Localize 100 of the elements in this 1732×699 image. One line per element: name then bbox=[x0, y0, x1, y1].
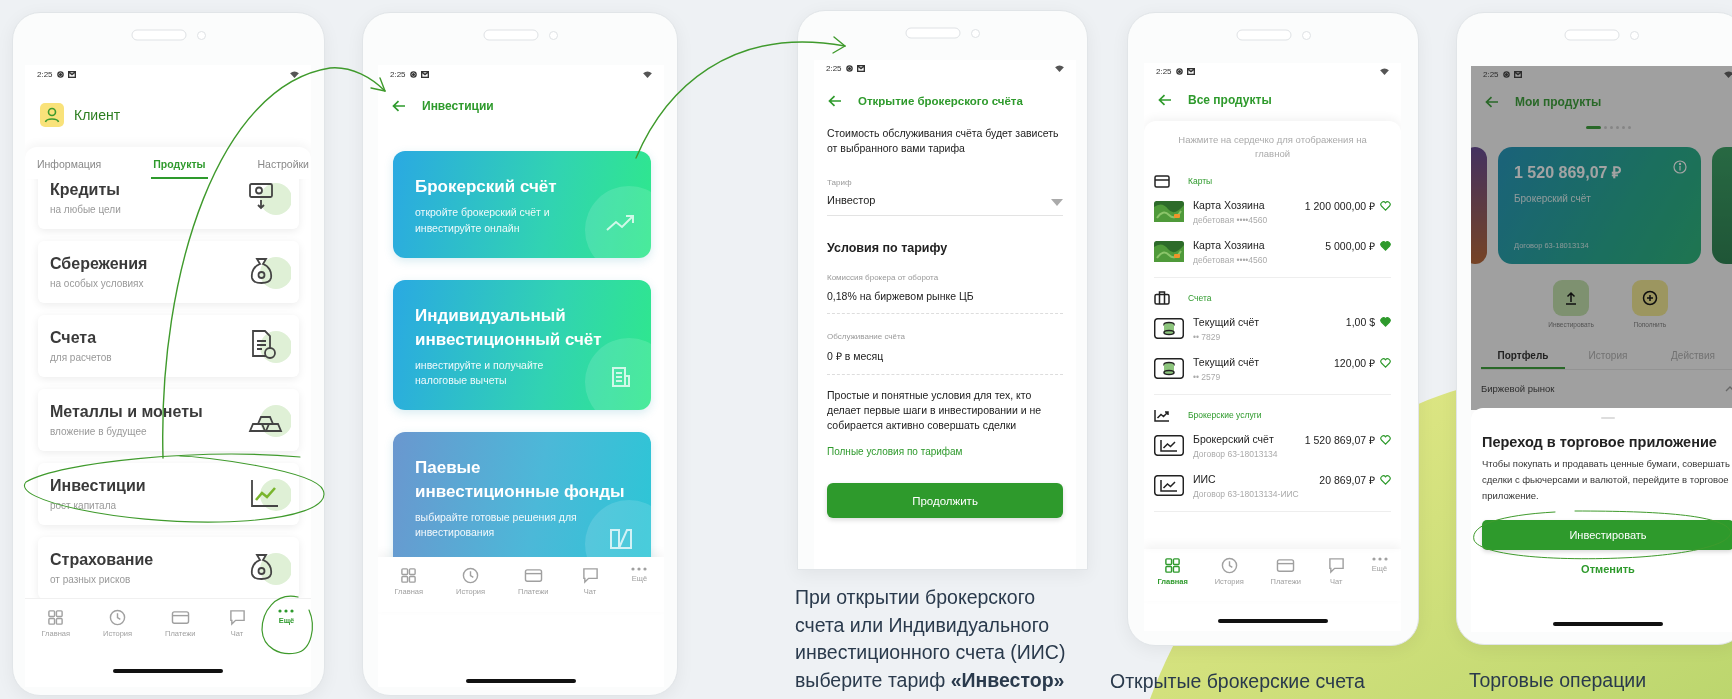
product-card[interactable]: Паевые инвестиционные фонды выбирайте готовые решения для инвестирования bbox=[393, 432, 651, 557]
back-arrow-icon[interactable] bbox=[1485, 96, 1499, 108]
tab[interactable]: Настройки bbox=[255, 147, 311, 179]
invest-button[interactable]: Инвестировать bbox=[1482, 520, 1732, 550]
screen-title: Инвестиции bbox=[422, 99, 494, 113]
hint-text: Нажмите на сердечко для отображения на главной bbox=[1177, 133, 1368, 161]
card-text: выбирайте готовые решения для инвестирования bbox=[415, 509, 578, 541]
product-name: Текущий счёт bbox=[1193, 356, 1261, 368]
plus-circle-icon bbox=[1641, 290, 1658, 306]
product-detail: •• 2579 bbox=[1193, 372, 1222, 382]
card-icon bbox=[170, 609, 190, 626]
status-circle-icon bbox=[845, 64, 853, 72]
heart-icon[interactable] bbox=[1380, 201, 1391, 211]
product-amount: 1,00 $ bbox=[1345, 316, 1375, 328]
tariff-dropdown[interactable]: Тариф Инвестор bbox=[827, 178, 1063, 216]
back-arrow-icon[interactable] bbox=[828, 95, 842, 107]
intro-text: Стоимость обслуживания счёта будет зависеть от выбранного вами тарифа bbox=[827, 126, 1060, 156]
heart-icon[interactable] bbox=[1380, 358, 1391, 368]
bank-card-icon bbox=[1154, 201, 1184, 222]
condition-label: Обслуживание счёта bbox=[827, 332, 906, 341]
sheet-title: Переход в торговое приложение bbox=[1482, 434, 1718, 450]
mail-icon bbox=[856, 64, 865, 72]
chat-icon bbox=[228, 609, 246, 626]
heart-icon[interactable] bbox=[1380, 241, 1391, 251]
more-icon bbox=[278, 609, 295, 613]
phone-camera bbox=[197, 30, 206, 40]
upload-icon bbox=[1563, 290, 1579, 306]
phone-speaker bbox=[131, 29, 187, 41]
condition-label: Комиссия брокера от оборота bbox=[827, 273, 940, 282]
product-card[interactable]: Кредиты на любые цели bbox=[38, 179, 299, 229]
wifi-icon bbox=[1380, 67, 1389, 75]
mail-icon bbox=[67, 70, 76, 78]
sheet-text: Чтобы покупать и продавать ценные бумаги, совершать сделки с фьючерсами и валютой, перейдите в торговое приложение. bbox=[1482, 457, 1731, 503]
coin-stack-icon bbox=[1154, 318, 1184, 339]
more-icon bbox=[1371, 557, 1388, 561]
chat-icon bbox=[1327, 557, 1345, 574]
briefcase-icon bbox=[1154, 291, 1170, 305]
caption-text: Торговые операции bbox=[1469, 668, 1648, 693]
product-card[interactable]: Индивидуальный инвестиционный счёт инвестируйте и получайте налоговые вычеты bbox=[393, 280, 651, 410]
clock-icon bbox=[1220, 557, 1238, 574]
card-title: Брокерский счёт bbox=[415, 176, 558, 198]
phone-speaker bbox=[905, 27, 961, 39]
action-button[interactable] bbox=[1553, 280, 1589, 316]
wifi-icon bbox=[1055, 64, 1064, 72]
product-subtitle: на особых условиях bbox=[50, 278, 145, 289]
status-circle-icon bbox=[1502, 70, 1510, 78]
mail-icon bbox=[1186, 67, 1195, 75]
info-icon bbox=[1673, 160, 1687, 174]
product-subtitle: для расчетов bbox=[50, 352, 112, 363]
status-time: 2:25 bbox=[37, 69, 53, 79]
phone-camera bbox=[971, 28, 980, 38]
phone-speaker bbox=[1563, 29, 1620, 41]
card-text: откройте брокерский счёт и инвестируйте онлайн bbox=[415, 204, 551, 236]
phone-camera bbox=[548, 30, 558, 40]
product-title: Инвестиции bbox=[50, 477, 146, 495]
continue-button[interactable]: Продолжить bbox=[827, 483, 1063, 518]
card-text: инвестируйте и получайте налоговые вычеты bbox=[415, 357, 545, 389]
action-button[interactable] bbox=[1631, 280, 1668, 316]
description-text: Простые и понятные условия для тех, кто делает первые шаги в инвестировании и не собирается активно совершать сделки bbox=[827, 388, 1043, 433]
product-title: Счета bbox=[50, 329, 98, 347]
wifi-icon bbox=[1724, 70, 1732, 78]
status-time: 2:25 bbox=[1483, 69, 1499, 79]
avatar-icon bbox=[40, 103, 64, 127]
back-arrow-icon[interactable] bbox=[1158, 94, 1172, 106]
tab[interactable]: Портфель bbox=[1481, 350, 1565, 369]
phone-speaker bbox=[1235, 29, 1292, 41]
account-name: Брокерский счёт bbox=[1514, 193, 1591, 204]
product-name: Брокерский счёт bbox=[1193, 433, 1275, 445]
phone-camera bbox=[1629, 30, 1639, 40]
grid-icon bbox=[47, 609, 65, 626]
product-card[interactable]: Счета для расчетов bbox=[38, 315, 299, 377]
chevron-icon[interactable] bbox=[1725, 385, 1732, 392]
product-amount: 20 869,07 ₽ bbox=[1319, 473, 1375, 487]
wifi-icon bbox=[643, 70, 652, 78]
phone-speaker bbox=[482, 29, 539, 41]
product-card[interactable]: Страхование от разных рисков bbox=[38, 537, 299, 598]
product-title: Кредиты bbox=[50, 181, 121, 199]
grid-icon bbox=[1164, 557, 1182, 574]
heart-icon[interactable] bbox=[1380, 317, 1391, 327]
back-arrow-icon[interactable] bbox=[392, 100, 406, 112]
product-card[interactable]: Брокерский счёт откройте брокерский счёт и инвестируйте онлайн bbox=[393, 151, 651, 258]
screen-title: Открытие брокерского счёта bbox=[858, 95, 1023, 107]
tab[interactable]: Информация bbox=[35, 147, 104, 179]
card-title: Паевые инвестиционные фонды bbox=[415, 457, 625, 503]
heart-icon[interactable] bbox=[1380, 475, 1391, 485]
product-name: Карта Хозяина bbox=[1193, 199, 1266, 211]
product-amount: 1 520 869,07 ₽ bbox=[1304, 433, 1375, 447]
cancel-button[interactable]: Отменить bbox=[1581, 563, 1635, 575]
condition-value: 0,18% на биржевом рынке ЦБ bbox=[827, 290, 975, 302]
product-detail: дебетовая ••••4560 bbox=[1193, 255, 1269, 265]
tariff-link[interactable]: Полные условия по тарифам bbox=[827, 446, 963, 457]
condition-value: 0 ₽ в месяц bbox=[827, 349, 885, 363]
product-title: Сбережения bbox=[50, 255, 148, 273]
bank-card-icon bbox=[1154, 241, 1184, 262]
product-card[interactable]: Сбережения на особых условиях bbox=[38, 241, 299, 303]
product-amount: 5 000,00 ₽ bbox=[1325, 239, 1375, 253]
heart-icon[interactable] bbox=[1380, 435, 1391, 445]
product-detail: Договор 63-18013134-ИИС bbox=[1193, 489, 1300, 499]
product-name: Карта Хозяина bbox=[1193, 239, 1266, 251]
profile-name: Клиент bbox=[74, 107, 121, 123]
